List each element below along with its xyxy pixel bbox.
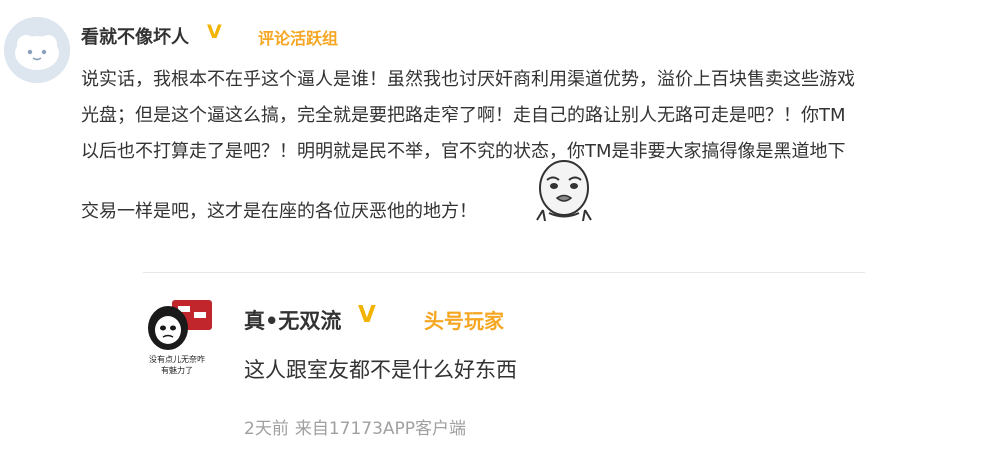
comment-line: 光盘；但是这个逼这么搞，完全就是要把路走窄了啊！走自己的路让别人无路可走是吧？！… (81, 105, 846, 126)
verified-icon: V (207, 21, 222, 43)
avatar[interactable]: 没有点儿无奈咋 有魅力了 (138, 296, 216, 378)
comment-line: 交易一样是吧，这才是在座的各位厌恶他的地方！ (81, 201, 477, 222)
default-cloud-avatar-icon (4, 17, 70, 83)
divider (143, 272, 865, 273)
comment-username[interactable]: 看就不像坏人 (81, 23, 189, 49)
reply-text: 这人跟室友都不是什么好东西 (244, 358, 517, 382)
reply-source: 来自17173APP客户端 (294, 419, 467, 439)
verified-icon: V (358, 302, 376, 328)
comment-text: 说实话，我根本不在乎这个逼人是谁！虽然我也讨厌奸商利用渠道优势，溢价上百块售卖这… (81, 62, 855, 230)
reply-time: 2天前 (244, 419, 289, 439)
fan-group-badge[interactable]: 评论活跃组 (258, 25, 338, 49)
fan-group-badge[interactable]: 头号玩家 (424, 305, 504, 334)
reply-meta: 2天前 来自17173APP客户端 (244, 414, 466, 439)
comment-line: 说实话，我根本不在乎这个逼人是谁！虽然我也讨厌奸商利用渠道优势，溢价上百块售卖这… (81, 69, 855, 90)
meme-face-sticker-icon (536, 160, 592, 222)
avatar-caption: 没有点儿无奈咋 (149, 354, 205, 364)
reply-username[interactable]: 真•无双流 (244, 305, 341, 335)
comment-line: 以后也不打算走了是吧？！明明就是民不举，官不究的状态，你TM是非要大家搞得像是黑… (81, 141, 846, 162)
avatar[interactable] (4, 17, 70, 83)
avatar-caption: 有魅力了 (161, 365, 193, 375)
